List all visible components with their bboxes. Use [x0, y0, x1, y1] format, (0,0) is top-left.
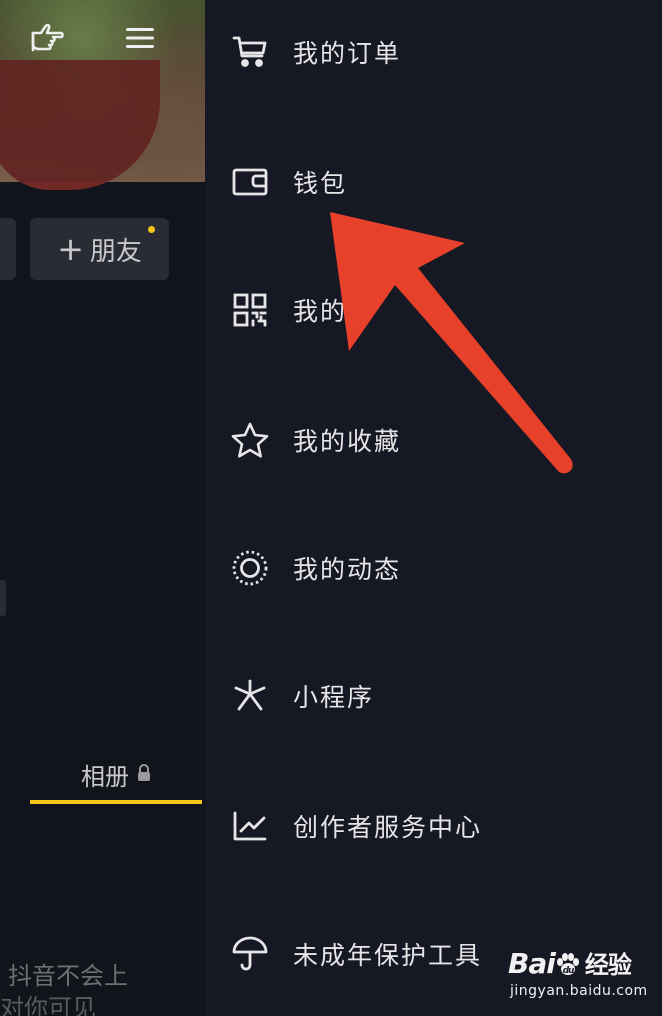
- tab-album-label: 相册: [81, 762, 129, 791]
- umbrella-icon: [231, 935, 269, 973]
- side-drawer-menu: 我的订单 钱包 我的 我的收藏 我的动态 小程序 创作者服务中心 未成年保护工具: [205, 0, 662, 1016]
- svg-text:du: du: [562, 966, 574, 976]
- partial-element: [0, 580, 6, 616]
- watermark-brand-text: Bai: [508, 947, 556, 980]
- menu-item-qr-code[interactable]: 我的: [205, 270, 662, 350]
- plus-icon: +: [57, 230, 84, 268]
- pointing-hand-icon[interactable]: [28, 18, 68, 58]
- add-friend-button[interactable]: + 朋友: [30, 218, 169, 280]
- menu-item-favorites[interactable]: 我的收藏: [205, 400, 662, 480]
- menu-item-label: 小程序: [293, 683, 375, 712]
- baidu-jingyan-watermark: Bai du 经验 jingyan.baidu.com: [508, 945, 658, 1005]
- profile-page-background: + 朋友 相册 抖音不会上 对你可见: [0, 0, 205, 1016]
- menu-item-creator-center[interactable]: 创作者服务中心: [205, 786, 662, 866]
- hamburger-menu-icon[interactable]: [120, 18, 160, 58]
- add-friend-label: 朋友: [89, 236, 142, 267]
- menu-item-orders[interactable]: 我的订单: [205, 12, 662, 92]
- active-tab-indicator: [30, 800, 202, 804]
- menu-item-label: 我的动态: [293, 555, 402, 584]
- star-icon: [231, 421, 269, 459]
- menu-item-label: 我的: [293, 297, 348, 326]
- menu-item-label: 创作者服务中心: [293, 813, 483, 842]
- watermark-brand: Bai du 经验: [508, 945, 632, 980]
- menu-item-label: 我的收藏: [293, 427, 402, 456]
- notification-dot: [148, 226, 155, 233]
- watermark-brand-suffix: 经验: [584, 951, 632, 979]
- watermark-url: jingyan.baidu.com: [510, 983, 648, 999]
- privacy-notice-line1: 抖音不会上: [8, 962, 128, 990]
- menu-item-mini-programs[interactable]: 小程序: [205, 656, 662, 736]
- menu-item-label: 我的订单: [293, 39, 402, 68]
- moments-icon: [231, 549, 269, 587]
- tab-album[interactable]: 相册: [30, 745, 202, 803]
- menu-item-label: 钱包: [293, 169, 348, 198]
- mini-program-icon: [231, 677, 269, 715]
- privacy-notice: 抖音不会上 对你可见: [0, 960, 128, 1016]
- paw-icon: du: [556, 953, 579, 976]
- cart-icon: [231, 33, 269, 71]
- chart-icon: [231, 807, 269, 845]
- menu-item-wallet[interactable]: 钱包: [205, 142, 662, 222]
- menu-item-label: 未成年保护工具: [293, 941, 483, 970]
- lock-icon: [137, 760, 151, 788]
- wallet-icon: [231, 163, 269, 201]
- privacy-notice-line2: 对你可见: [0, 994, 96, 1016]
- qr-code-icon: [231, 291, 269, 329]
- edit-profile-button[interactable]: [0, 218, 16, 280]
- menu-item-moments[interactable]: 我的动态: [205, 528, 662, 608]
